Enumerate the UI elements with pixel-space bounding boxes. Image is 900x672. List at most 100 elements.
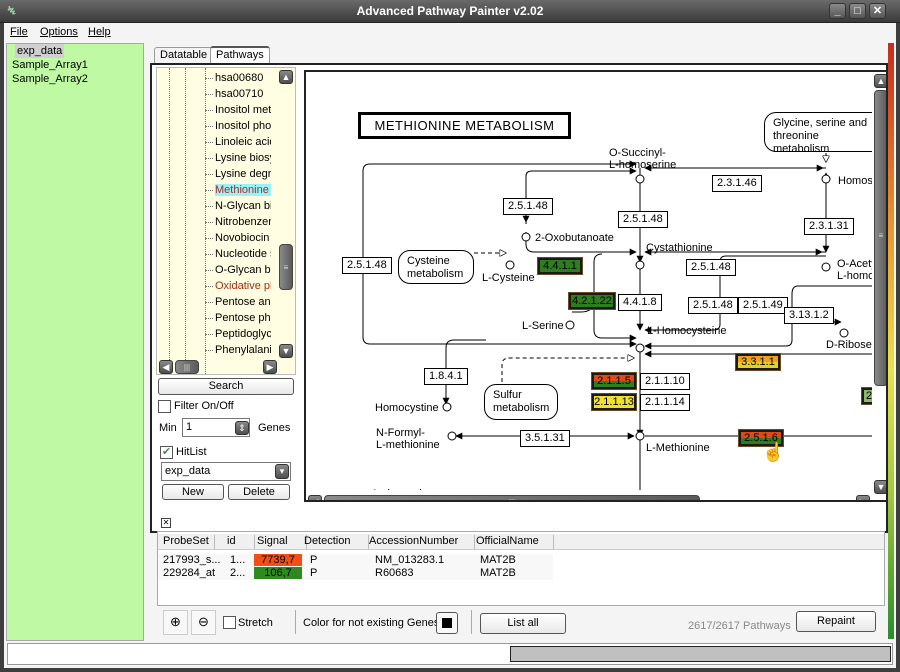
menu-options-label: Options (40, 26, 78, 38)
tree-scroll-up-button[interactable]: ▲ (279, 70, 293, 84)
col-accession[interactable]: AccessionNumber (369, 535, 475, 549)
map-link-line: metabolism (493, 402, 550, 414)
enzyme-box-colored[interactable]: 4.2.1.22 (568, 292, 616, 310)
tree-connector (205, 141, 213, 143)
enzyme-box[interactable]: 2.5.1.49 (738, 297, 788, 314)
list-all-button[interactable]: List all (480, 613, 566, 634)
canvas-hscroll-thumb[interactable]: ||| (324, 495, 700, 500)
enzyme-box-colored[interactable]: 2 (861, 387, 872, 405)
pathway-tree-item[interactable]: Novobiocin I (205, 230, 271, 246)
pathway-tree-item[interactable]: Pentose anc (205, 294, 271, 310)
pathway-tree-item[interactable]: Lysine biosyı (205, 150, 271, 166)
compound-label: L-Methionine (646, 442, 710, 454)
cell-detection: P (310, 567, 318, 579)
col-detection[interactable]: Detection (304, 535, 369, 549)
stretch-checkbox[interactable] (223, 616, 236, 629)
filter-checkbox[interactable] (158, 400, 171, 413)
enzyme-box[interactable]: 2.5.1.48 (503, 198, 553, 215)
pathway-tree-item[interactable]: N-Glycan bic (205, 198, 271, 214)
enzyme-box-colored[interactable]: 3.3.1.1 (735, 353, 781, 371)
map-link-line: Sulfur (493, 389, 522, 401)
pathway-tree-item-label: Linoleic acid (215, 136, 271, 148)
search-button[interactable]: Search (158, 378, 294, 395)
enzyme-box-colored[interactable]: 2.1.1.13 (591, 393, 637, 411)
canvas-scroll-left-button[interactable]: ◀ (308, 495, 322, 500)
enzyme-box[interactable]: 2.3.1.31 (804, 218, 854, 235)
pathway-tree-item[interactable]: hsa00710 (205, 86, 271, 102)
map-link[interactable]: Sulfur metabolism (484, 384, 558, 420)
hitlist-dropdown-icon[interactable]: ▾ (275, 464, 289, 479)
pathway-tree-item[interactable]: Lysine degra (205, 166, 271, 182)
tree-connector (205, 285, 213, 287)
map-link[interactable]: Cysteine metabolism (398, 250, 474, 284)
cell-accession: R60683 (375, 567, 414, 579)
pathway-tree-item[interactable]: O-Glycan bic (205, 262, 271, 278)
pathway-tree-item[interactable]: Nitrobenzene (205, 214, 271, 230)
enzyme-box[interactable]: 2.1.1.14 (640, 394, 690, 411)
pathway-tree-item[interactable]: Linoleic acid (205, 134, 271, 150)
new-hitlist-button[interactable]: New (162, 484, 224, 500)
maximize-button[interactable]: □ (849, 3, 866, 19)
table-row[interactable]: 217993_s... 1... 7739,7 P NM_013283.1 MAT2B (158, 554, 553, 567)
tree-scroll-left-button[interactable]: ◀ (159, 360, 173, 374)
delete-hitlist-button[interactable]: Delete (228, 484, 290, 500)
tree-vscroll-thumb[interactable]: ≡ (279, 244, 293, 290)
enzyme-box[interactable]: 4.4.1.8 (618, 294, 662, 311)
minimize-button[interactable]: _ (829, 3, 846, 19)
enzyme-box[interactable]: 2.5.1.48 (686, 259, 736, 276)
zoom-out-icon[interactable]: ⊖ (191, 610, 216, 635)
enzyme-box[interactable]: 3.13.1.2 (784, 307, 834, 324)
menu-options[interactable]: Options (40, 26, 78, 38)
enzyme-box[interactable]: 1.8.4.1 (424, 368, 468, 385)
canvas-vscroll-thumb[interactable]: ≡ (874, 90, 886, 386)
close-grid-icon[interactable]: ✕ (161, 518, 171, 528)
pathway-tree-item[interactable]: Methionine r (205, 182, 271, 198)
enzyme-box-colored[interactable]: 4.4.1.1 (537, 257, 583, 275)
tree-scroll-right-button[interactable]: ▶ (263, 360, 277, 374)
col-probeset[interactable]: ProbeSet (163, 535, 215, 549)
map-link[interactable]: Glycine, serine and threonine metabolism (764, 112, 872, 155)
pathway-tree-item[interactable]: Oxidative ph (205, 278, 271, 294)
dataset-item[interactable]: exp_data (7, 44, 143, 58)
pathway-tree-item[interactable]: Nucleotide s (205, 246, 271, 262)
min-genes-spinner[interactable]: ⇕ (235, 421, 249, 435)
col-id[interactable]: id (227, 535, 255, 549)
pathway-tree-item-label: hsa00710 (215, 88, 264, 100)
missing-gene-color-button[interactable] (436, 612, 458, 634)
tree-hscroll-thumb[interactable]: ||| (175, 360, 199, 374)
close-button[interactable]: ✕ (869, 3, 886, 19)
repaint-button[interactable]: Repaint (796, 611, 876, 632)
enzyme-box-colored[interactable]: 2.1.1.5 (591, 372, 637, 390)
enzyme-box[interactable]: 2.3.1.46 (712, 175, 762, 192)
col-signal[interactable]: Signal (255, 535, 307, 549)
hand-cursor-icon: ☝ (762, 442, 785, 462)
canvas-scroll-up-button[interactable]: ▲ (874, 74, 886, 88)
hitlist-select[interactable]: exp_data (161, 462, 291, 481)
pathway-tree-item[interactable]: Phenylalanin (205, 342, 271, 358)
dataset-item[interactable]: Sample_Array1 (7, 58, 143, 72)
menu-file[interactable]: File (10, 26, 28, 38)
pathway-tree-item[interactable]: hsa00680 (205, 70, 271, 86)
enzyme-box[interactable]: 2.5.1.48 (688, 297, 738, 314)
hitlist-checkbox[interactable]: ✔ (160, 446, 173, 459)
pathway-diagram[interactable]: METHIONINE METABOLISM O-Succinyl- L-homose… (306, 72, 872, 490)
dataset-item[interactable]: Sample_Array2 (7, 72, 143, 86)
tab-pathways[interactable]: Pathways (210, 46, 270, 63)
pathway-tree-item[interactable]: Inositol meta (205, 102, 271, 118)
table-row[interactable]: 229284_at 2... 106,7 P R60683 MAT2B (158, 567, 553, 580)
enzyme-box[interactable]: 2.5.1.48 (618, 211, 668, 228)
pathway-tree-item[interactable]: Inositol phos (205, 118, 271, 134)
tree-scroll-down-button[interactable]: ▼ (279, 344, 293, 358)
pathway-tree-item[interactable]: Pentose phc (205, 310, 271, 326)
canvas-scroll-right-button[interactable]: ▶ (856, 495, 870, 500)
pathway-tree-item[interactable]: Peptidoglyca (205, 326, 271, 342)
canvas-scroll-down-button[interactable]: ▼ (874, 480, 886, 494)
zoom-in-icon[interactable]: ⊕ (163, 610, 188, 635)
menu-help[interactable]: Help (88, 26, 111, 38)
enzyme-box[interactable]: 3.5.1.31 (520, 430, 570, 447)
cell-probeset: 217993_s... (163, 554, 221, 566)
tab-datatable[interactable]: Datatable (154, 47, 214, 64)
col-officialname[interactable]: OfficialName (476, 535, 554, 549)
enzyme-box[interactable]: 2.5.1.48 (342, 257, 392, 274)
enzyme-box[interactable]: 2.1.1.10 (640, 373, 690, 390)
